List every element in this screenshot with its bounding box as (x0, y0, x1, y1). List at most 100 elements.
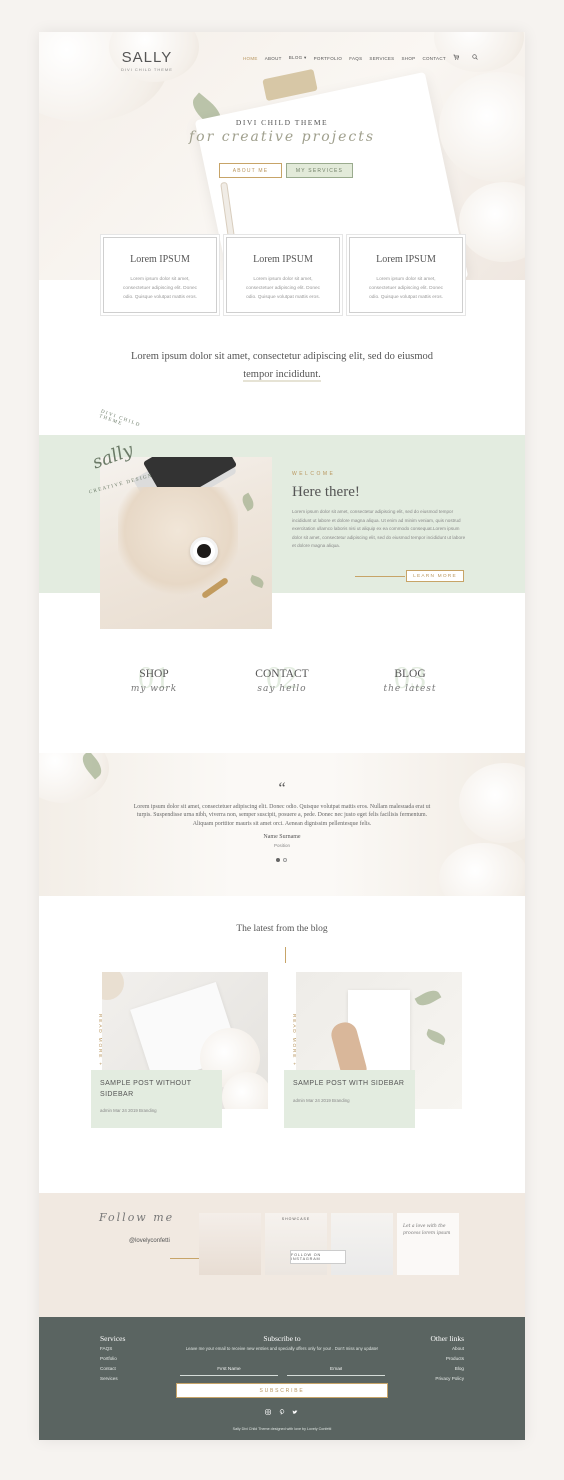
post-card[interactable]: SAMPLE POST WITH SIDEBAR admin Mar 24 20… (284, 1070, 415, 1128)
subscribe-button[interactable]: SUBSCRIBE (176, 1383, 388, 1398)
flower-petal-decor (434, 32, 524, 72)
footer-link-services[interactable]: Services (100, 1376, 118, 1381)
first-name-field[interactable] (180, 1364, 278, 1376)
cart-icon[interactable] (453, 54, 460, 62)
intro-text: Lorem ipsum dolor sit amet, consectetur … (109, 348, 455, 384)
card-title: Lorem IPSUM (130, 254, 190, 265)
site-logo[interactable]: SALLY DIVI CHILD THEME (121, 49, 173, 72)
tile-text: Let a love with the process lorem ipsum (403, 1224, 451, 1236)
blog-link[interactable]: 03 BLOG the latest (355, 660, 465, 704)
follow-me-script: Follow me (99, 1211, 175, 1224)
intro-line-2: tempor incididunt. (243, 369, 321, 382)
divider-line (170, 1258, 200, 1259)
pinterest-icon[interactable] (279, 1409, 285, 1417)
instagram-tile[interactable]: Let a love with the process lorem ipsum (397, 1213, 459, 1275)
feature-script: my work (130, 684, 178, 694)
flower-petal-decor (439, 72, 525, 182)
main-nav: HOME ABOUT BLOG ▾ PORTFOLIO FAQS SERVICE… (243, 54, 478, 62)
feature-card: Lorem IPSUM Lorem ipsum dolor sit amet, … (103, 237, 217, 313)
divider-line (285, 947, 286, 963)
card-text: Lorem ipsum dolor sit amet, consectetuer… (122, 277, 198, 300)
quote-icon: “ (278, 780, 286, 797)
footer-other-title: Other links (430, 1334, 464, 1343)
nav-item-faqs[interactable]: FAQS (349, 56, 362, 61)
post-title: SAMPLE POST WITHOUT SIDEBAR (100, 1080, 192, 1098)
shop-link[interactable]: 01 SHOP my work (99, 660, 209, 704)
post-meta: admin Mar 24 2019 Branding (293, 1097, 350, 1103)
card-text: Lorem ipsum dolor sit amet, consectetuer… (245, 277, 321, 300)
intro-line-1: Lorem ipsum dolor sit amet, consectetur … (130, 351, 434, 362)
welcome-label: WELCOME (292, 471, 336, 477)
subscribe-note: Leave me your email to receive new entri… (185, 1346, 379, 1351)
page: SALLY DIVI CHILD THEME HOME ABOUT BLOG ▾… (39, 32, 525, 1440)
hero-script-subtitle: for creative projects (188, 129, 376, 145)
footer-link-about[interactable]: About (405, 1346, 464, 1351)
flower-petal-decor (439, 843, 525, 896)
feature-label: CONTACT (255, 668, 309, 680)
follow-on-instagram-button[interactable]: FOLLOW ON INSTAGRAM (290, 1250, 346, 1264)
slider-dot-active[interactable] (276, 858, 280, 862)
instagram-icon[interactable] (265, 1409, 271, 1417)
footer-link-blog[interactable]: Blog (405, 1366, 464, 1371)
nav-item-contact[interactable]: CONTACT (422, 56, 446, 61)
leaf-decor (414, 986, 442, 1010)
learn-more-button[interactable]: LEARN MORE (406, 570, 464, 582)
footer-link-products[interactable]: Products (405, 1356, 464, 1361)
footer-credit: Sally Divi Child Theme designed with lov… (232, 1427, 332, 1431)
sally-badge: DIVI CHILD THEME sally CREATIVE DESIGN (78, 409, 162, 500)
feature-script: say hello (257, 684, 307, 694)
feature-label: SHOP (139, 668, 169, 680)
badge-top-text: DIVI CHILD THEME (98, 409, 142, 429)
nav-item-blog-label: BLOG (288, 55, 303, 60)
testimonial-name: Name Surname (263, 834, 301, 840)
contact-link[interactable]: 02 CONTACT say hello (227, 660, 337, 704)
testimonial-position: Position (273, 843, 290, 848)
nav-item-blog[interactable]: BLOG ▾ (289, 55, 307, 61)
nav-item-portfolio[interactable]: PORTFOLIO (314, 56, 343, 61)
post-card[interactable]: SAMPLE POST WITHOUT SIDEBAR admin Mar 24… (91, 1070, 222, 1128)
footer-link-portfolio[interactable]: Portfolio (100, 1356, 117, 1361)
nav-item-services[interactable]: SERVICES (369, 56, 394, 61)
feature-card: Lorem IPSUM Lorem ipsum dolor sit amet, … (226, 237, 340, 313)
logo-tagline: DIVI CHILD THEME (121, 67, 173, 72)
hero-title: DIVI CHILD THEME (235, 118, 329, 127)
nav-item-home[interactable]: HOME (243, 56, 258, 61)
card-title: Lorem IPSUM (253, 254, 313, 265)
instagram-tile[interactable] (331, 1213, 393, 1275)
flower-petal-decor (459, 763, 525, 843)
leaf-decor (248, 574, 266, 589)
instagram-tile[interactable]: SHOWCASE (265, 1213, 327, 1275)
tile-text: SHOWCASE (281, 1217, 311, 1221)
read-more-link[interactable]: READ MORE + (291, 1014, 296, 1067)
welcome-text: Lorem ipsum dolor sit amet, consectetur … (292, 509, 466, 549)
flower-petal-decor (459, 182, 525, 262)
badge-bottom-text: CREATIVE DESIGN (88, 473, 154, 496)
badge-script: sally (89, 439, 136, 474)
chevron-down-icon: ▾ (304, 55, 307, 60)
leaf-decor (239, 492, 257, 512)
instagram-handle[interactable]: @lovelyconfetti (129, 1238, 170, 1244)
read-more-link[interactable]: READ MORE + (97, 1014, 102, 1067)
post-meta: admin Mar 24 2019 Branding (100, 1108, 157, 1113)
footer-link-privacy[interactable]: Privacy Policy (405, 1376, 464, 1381)
footer-link-faqs[interactable]: FAQS (100, 1346, 112, 1351)
about-me-button[interactable]: ABOUT ME (219, 163, 282, 178)
slider-dot[interactable] (283, 858, 287, 862)
cup-image (102, 972, 124, 1000)
search-icon[interactable] (472, 54, 478, 62)
feature-script: the latest (383, 684, 437, 694)
nav-item-about[interactable]: ABOUT (265, 56, 282, 61)
card-text: Lorem ipsum dolor sit amet, consectetuer… (368, 277, 444, 300)
coffee-cup-image (190, 537, 218, 565)
post-title: SAMPLE POST WITH SIDEBAR (293, 1080, 405, 1087)
twitter-icon[interactable] (292, 1409, 298, 1417)
feature-card: Lorem IPSUM Lorem ipsum dolor sit amet, … (349, 237, 463, 313)
my-services-button[interactable]: MY SERVICES (286, 163, 353, 178)
nav-item-shop[interactable]: SHOP (401, 56, 415, 61)
footer-link-contact[interactable]: Contact (100, 1366, 116, 1371)
blog-section-title: The latest from the blog (236, 924, 328, 934)
email-field[interactable] (287, 1364, 385, 1376)
testimonial-text: Lorem ipsum dolor sit amet, consectetuer… (133, 804, 431, 827)
leaf-decor (424, 1028, 448, 1046)
instagram-tile[interactable] (199, 1213, 261, 1275)
